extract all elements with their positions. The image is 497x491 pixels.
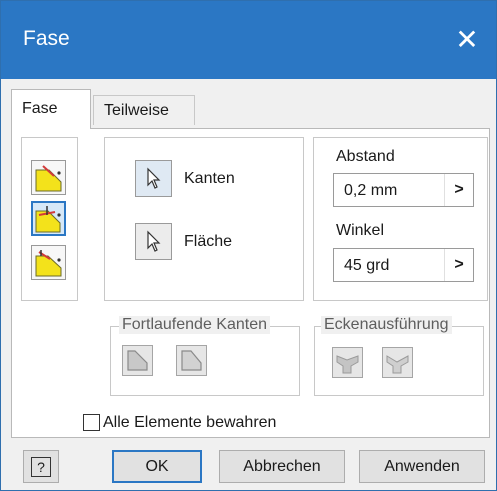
help-button[interactable]: ? [23,450,59,483]
corner-setback-on-button[interactable] [382,347,413,378]
dialog-title: Fase [23,27,70,50]
distance-value: 0,2 mm [344,182,398,199]
chamfer-distance-angle-button[interactable] [31,201,66,236]
tab-fase[interactable]: Fase [11,89,91,129]
preserve-all-checkbox[interactable] [83,414,100,431]
selection-group [104,137,304,301]
distance-label: Abstand [336,148,395,165]
chain-edges-on-button[interactable] [122,345,153,376]
chamfer-dialog: Fase ✕ Fase Teilweise Kanten Fläche Abst… [0,0,497,491]
chamfer-distance-angle-icon [35,206,61,233]
face-select-button[interactable] [135,223,172,260]
corner-setback-icon [386,355,409,374]
chamfer-two-distances-button[interactable] [31,245,66,280]
close-button[interactable]: ✕ [438,1,496,79]
chain-edge-icon [127,350,148,371]
single-edge-icon [181,350,202,371]
chamfer-distance-icon [35,165,62,192]
distance-flyout-arrow-icon[interactable]: > [444,174,473,206]
angle-field[interactable]: 45 grd > [333,248,474,282]
help-icon: ? [31,457,51,477]
corner-setback-label: Eckenausführung [321,316,452,334]
distance-field[interactable]: 0,2 mm > [333,173,474,207]
apply-button[interactable]: Anwenden [359,450,485,483]
cancel-button[interactable]: Abbrechen [219,450,345,483]
tab-teilweise[interactable]: Teilweise [93,95,195,125]
corner-setback-off-button[interactable] [332,347,363,378]
corner-setback-icon [336,355,359,374]
preserve-all-label: Alle Elemente bewahren [103,414,277,431]
edges-label: Kanten [184,170,235,187]
chamfer-two-distances-icon [35,250,62,277]
angle-value: 45 grd [344,257,390,274]
tab-panel: Kanten Fläche Abstand 0,2 mm > Winkel 45… [11,128,490,438]
face-label: Fläche [184,233,233,250]
angle-label: Winkel [336,222,385,239]
ok-button[interactable]: OK [112,450,202,483]
chamfer-distance-button[interactable] [31,160,66,195]
arrow-cursor-icon [147,167,161,189]
arrow-cursor-icon [147,230,161,252]
title-bar[interactable]: Fase ✕ [1,1,496,79]
angle-flyout-arrow-icon[interactable]: > [444,249,473,281]
chain-edges-label: Fortlaufende Kanten [119,316,270,334]
dialog-body: Fase Teilweise Kanten Fläche Abstand 0,2… [1,79,496,490]
close-icon: ✕ [455,24,479,55]
chain-edges-off-button[interactable] [176,345,207,376]
edges-select-button[interactable] [135,160,172,197]
